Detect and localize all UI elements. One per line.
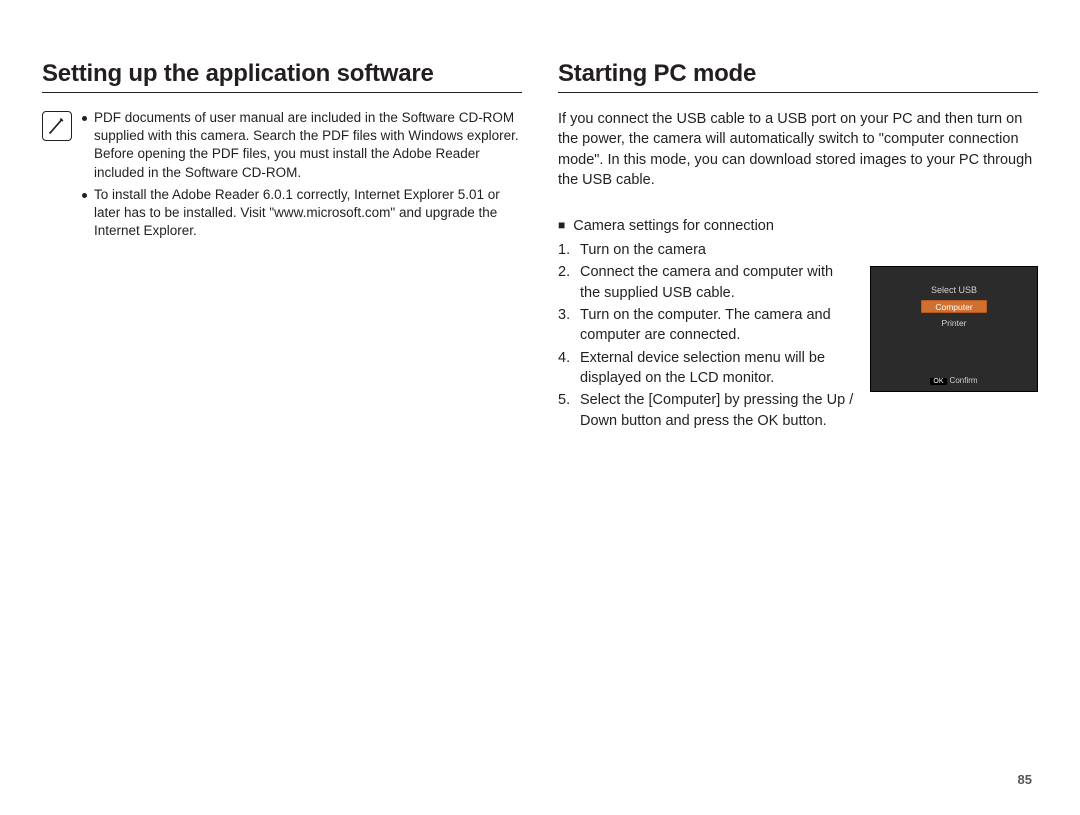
- step-item: External device selection menu will be d…: [558, 348, 854, 389]
- note-item: To install the Adobe Reader 6.0.1 correc…: [82, 186, 522, 241]
- lcd-footer: OK Confirm: [871, 376, 1037, 385]
- page-number: 85: [1018, 772, 1032, 787]
- lcd-title: Select USB: [931, 285, 977, 295]
- note-list: PDF documents of user manual are include…: [82, 109, 522, 245]
- right-heading: Starting PC mode: [558, 60, 1038, 93]
- steps-list: Turn on the camera Connect the camera an…: [558, 240, 854, 433]
- ok-badge: OK: [930, 378, 946, 385]
- confirm-label: Confirm: [950, 376, 978, 385]
- left-heading: Setting up the application software: [42, 60, 522, 93]
- lcd-option-printer: Printer: [921, 316, 987, 329]
- left-column: Setting up the application software PDF …: [42, 60, 522, 775]
- note-icon: [42, 111, 72, 141]
- subsection-heading: Camera settings for connection: [558, 218, 1038, 234]
- step-item: Turn on the camera: [558, 240, 854, 260]
- note-block: PDF documents of user manual are include…: [42, 109, 522, 245]
- step-item: Turn on the computer. The camera and com…: [558, 305, 854, 346]
- lcd-screenshot: Select USB Computer Printer OK Confirm: [870, 266, 1038, 392]
- step-item: Connect the camera and computer with the…: [558, 262, 854, 303]
- lcd-option-computer: Computer: [921, 300, 987, 313]
- intro-paragraph: If you connect the USB cable to a USB po…: [558, 109, 1038, 190]
- steps-wrapper: Turn on the camera Connect the camera an…: [558, 240, 1038, 433]
- note-item: PDF documents of user manual are include…: [82, 109, 522, 182]
- right-column: Starting PC mode If you connect the USB …: [558, 60, 1038, 775]
- manual-page: Setting up the application software PDF …: [0, 0, 1080, 815]
- step-item: Select the [Computer] by pressing the Up…: [558, 390, 854, 431]
